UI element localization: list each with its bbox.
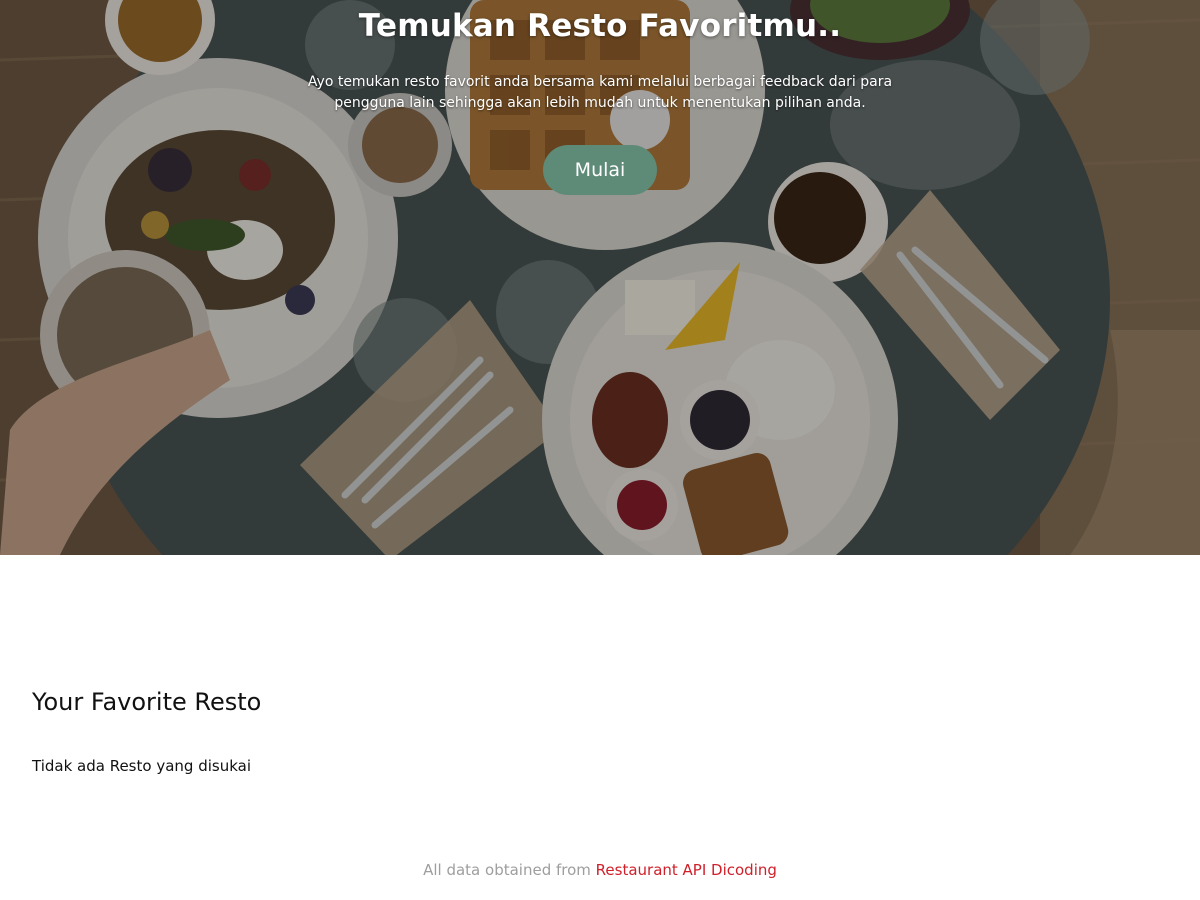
start-button[interactable]: Mulai	[543, 145, 657, 195]
hero-subtitle: Ayo temukan resto favorit anda bersama k…	[307, 74, 893, 111]
footer-credit-text: All data obtained from	[423, 861, 596, 879]
footer: All data obtained from Restaurant API Di…	[0, 861, 1200, 879]
empty-state-message: Tidak ada Resto yang disukai	[32, 757, 251, 775]
favorites-section: Your Favorite Resto Tidak ada Resto yang…	[0, 555, 1200, 900]
hero-title: Temukan Resto Favoritmu..	[358, 8, 842, 44]
footer-api-link[interactable]: Restaurant API Dicoding	[596, 861, 777, 879]
section-title: Your Favorite Resto	[32, 688, 262, 716]
hero-section: Temukan Resto Favoritmu.. Ayo temukan re…	[0, 0, 1200, 555]
